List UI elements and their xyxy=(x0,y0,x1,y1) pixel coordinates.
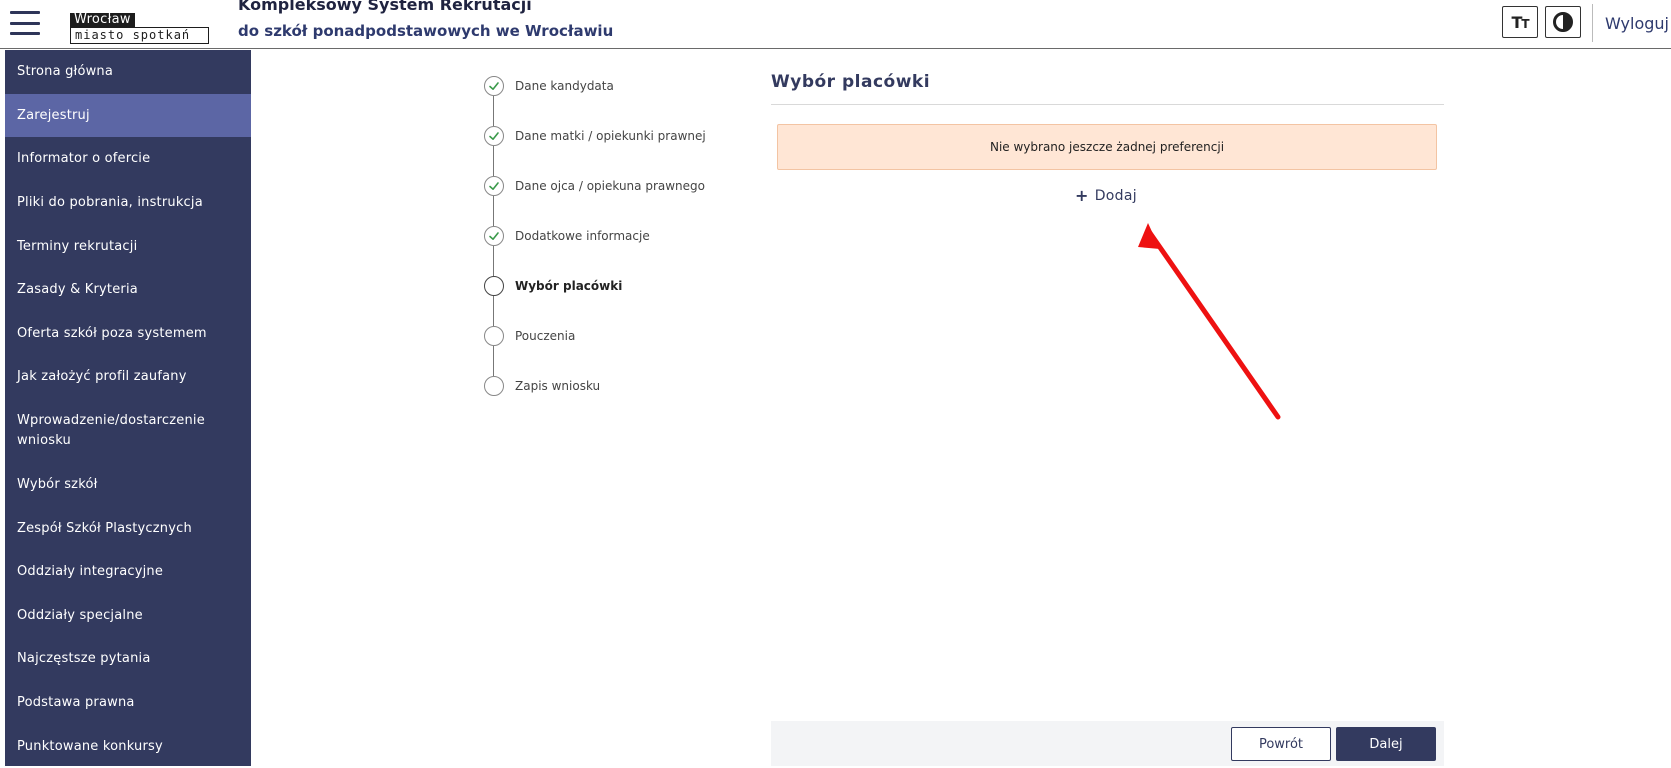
step-label: Pouczenia xyxy=(515,329,576,343)
logo-city: Wrocław xyxy=(70,13,135,27)
wizard-step[interactable]: Dane ojca / opiekuna prawnego xyxy=(484,176,714,196)
app-subtitle: do szkół ponadpodstawowych we Wrocławiu xyxy=(238,22,614,40)
red-arrow-annotation xyxy=(1138,223,1281,420)
next-button[interactable]: Dalej xyxy=(1336,727,1436,761)
sidebar-item[interactable]: Zarejestruj xyxy=(5,93,251,138)
wizard-step[interactable]: Dodatkowe informacje xyxy=(484,226,714,246)
step-connector xyxy=(493,296,494,326)
empty-preferences-alert: Nie wybrano jeszcze żadnej preferencji xyxy=(777,124,1437,170)
font-size-button[interactable]: TT xyxy=(1502,6,1538,38)
sidebar-item[interactable]: Zasady & Kryteria xyxy=(5,268,251,312)
app-title-block: Kompleksowy System Rekrutacji do szkół p… xyxy=(238,0,613,42)
check-circle-icon xyxy=(484,76,504,96)
add-label: Dodaj xyxy=(1094,187,1137,204)
wizard-step[interactable]: Pouczenia xyxy=(484,326,714,346)
logo-tagline: miasto spotkań xyxy=(70,27,209,44)
sidebar-item[interactable]: Oddziały integracyjne xyxy=(5,550,251,594)
wroclaw-logo[interactable]: Wrocław miasto spotkań xyxy=(70,8,210,44)
sidebar-nav: Strona główna Zarejestruj Informator o ofe… xyxy=(5,50,251,766)
sidebar-item[interactable]: Wprowadzenie/dostarczenie wniosku xyxy=(5,399,251,463)
contrast-icon xyxy=(1553,12,1573,32)
sidebar-item[interactable]: Oddziały specjalne xyxy=(5,594,251,638)
sidebar-item[interactable]: Najczęstsze pytania xyxy=(5,637,251,681)
sidebar-item[interactable]: Oferta szkół poza systemem xyxy=(5,312,251,356)
wizard-step[interactable]: Dane matki / opiekunki prawnej xyxy=(484,126,714,146)
sidebar-item[interactable]: Wybór szkół xyxy=(5,463,251,507)
step-connector xyxy=(493,96,494,126)
back-button[interactable]: Powrót xyxy=(1231,727,1331,761)
app-title: Kompleksowy System Rekrutacji xyxy=(238,0,532,14)
page-title: Wybór placówki xyxy=(771,72,931,92)
plus-icon: + xyxy=(1075,186,1089,205)
font-size-icon: TT xyxy=(1511,12,1529,32)
sidebar-item[interactable]: Zespół Szkół Plastycznych xyxy=(5,506,251,550)
header-divider xyxy=(1592,4,1593,42)
sidebar-item[interactable]: Punktowane konkursy xyxy=(5,724,251,768)
wizard-step[interactable]: Dane kandydata xyxy=(484,76,714,96)
wizard-stepper: Dane kandydata Dane matki / opiekunki pra… xyxy=(484,76,714,396)
alert-text: Nie wybrano jeszcze żadnej preferencji xyxy=(989,140,1225,154)
wizard-step[interactable]: Wybór placówki xyxy=(484,276,714,296)
step-connector xyxy=(493,146,494,176)
step-label: Dane ojca / opiekuna prawnego xyxy=(515,179,705,193)
hamburger-menu-icon[interactable] xyxy=(10,11,40,35)
step-label: Dane kandydata xyxy=(515,79,614,93)
step-label: Zapis wniosku xyxy=(515,379,601,393)
sidebar-item[interactable]: Terminy rekrutacji xyxy=(5,224,251,268)
check-circle-icon xyxy=(484,126,504,146)
check-circle-icon xyxy=(484,226,504,246)
step-label: Dodatkowe informacje xyxy=(515,229,650,243)
sidebar-item[interactable]: Jak założyć profil zaufany xyxy=(5,355,251,399)
step-label: Wybór placówki xyxy=(515,279,623,293)
step-connector xyxy=(493,196,494,226)
sidebar-item[interactable]: Informator o ofercie xyxy=(5,137,251,181)
empty-circle-icon xyxy=(484,326,504,346)
check-circle-icon xyxy=(484,176,504,196)
step-connector xyxy=(493,246,494,276)
title-divider xyxy=(771,104,1444,105)
empty-circle-icon xyxy=(484,376,504,396)
app-header: Wrocław miasto spotkań Kompleksowy Syste… xyxy=(0,0,1671,49)
empty-circle-icon xyxy=(484,276,504,296)
add-preference-button[interactable]: + Dodaj xyxy=(1075,186,1137,205)
step-connector xyxy=(493,346,494,376)
sidebar-item[interactable]: Strona główna xyxy=(5,50,251,94)
step-label: Dane matki / opiekunki prawnej xyxy=(515,129,706,143)
contrast-button[interactable] xyxy=(1545,6,1581,38)
logout-link[interactable]: Wyloguj xyxy=(1605,14,1669,33)
sidebar-item[interactable]: Pliki do pobrania, instrukcja xyxy=(5,181,251,225)
sidebar-item[interactable]: Podstawa prawna xyxy=(5,681,251,725)
wizard-step[interactable]: Zapis wniosku xyxy=(484,376,714,396)
